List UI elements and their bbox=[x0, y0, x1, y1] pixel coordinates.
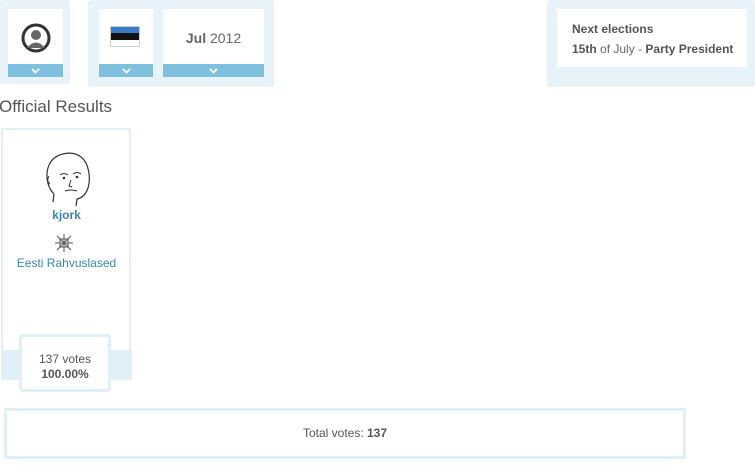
date-year: 2012 bbox=[209, 30, 242, 46]
election-separator: - bbox=[634, 42, 646, 56]
total-votes-label: Total votes: bbox=[302, 426, 367, 440]
chevron-down-icon bbox=[121, 67, 131, 74]
candidate-avatar-icon[interactable] bbox=[40, 150, 94, 206]
vote-count: 137 votes bbox=[38, 352, 92, 366]
next-elections-detail: 15th of July - Party President bbox=[572, 42, 733, 56]
chevron-down-icon bbox=[209, 67, 218, 74]
vote-percent: 100.00% bbox=[41, 367, 89, 381]
next-elections-label: Next elections bbox=[572, 22, 654, 36]
estonia-flag-icon bbox=[110, 26, 140, 47]
party-emblem-icon[interactable] bbox=[53, 233, 75, 253]
election-day: 15th bbox=[572, 42, 597, 56]
section-title: Official Results bbox=[0, 97, 113, 116]
avatar-dropdown-toggle[interactable] bbox=[8, 64, 63, 77]
total-votes-value: 137 bbox=[367, 426, 388, 440]
user-avatar-icon bbox=[21, 23, 51, 53]
chevron-down-icon bbox=[31, 67, 40, 74]
next-elections-box bbox=[557, 9, 747, 67]
candidate-name[interactable]: kjork bbox=[1, 208, 132, 222]
date-box[interactable]: Jul 2012 bbox=[163, 9, 264, 65]
election-month: of July bbox=[600, 42, 635, 56]
total-votes-box: Total votes: 137 bbox=[4, 408, 686, 459]
avatar-box[interactable] bbox=[8, 9, 63, 65]
country-box[interactable] bbox=[99, 9, 153, 65]
date-dropdown-toggle[interactable] bbox=[163, 64, 264, 77]
country-dropdown-toggle[interactable] bbox=[99, 64, 153, 77]
candidate-party[interactable]: Eesti Rahvuslased bbox=[1, 256, 132, 270]
election-type[interactable]: Party President bbox=[645, 42, 733, 56]
vote-summary-box: 137 votes 100.00% bbox=[19, 334, 111, 392]
date-month: Jul bbox=[185, 30, 207, 46]
